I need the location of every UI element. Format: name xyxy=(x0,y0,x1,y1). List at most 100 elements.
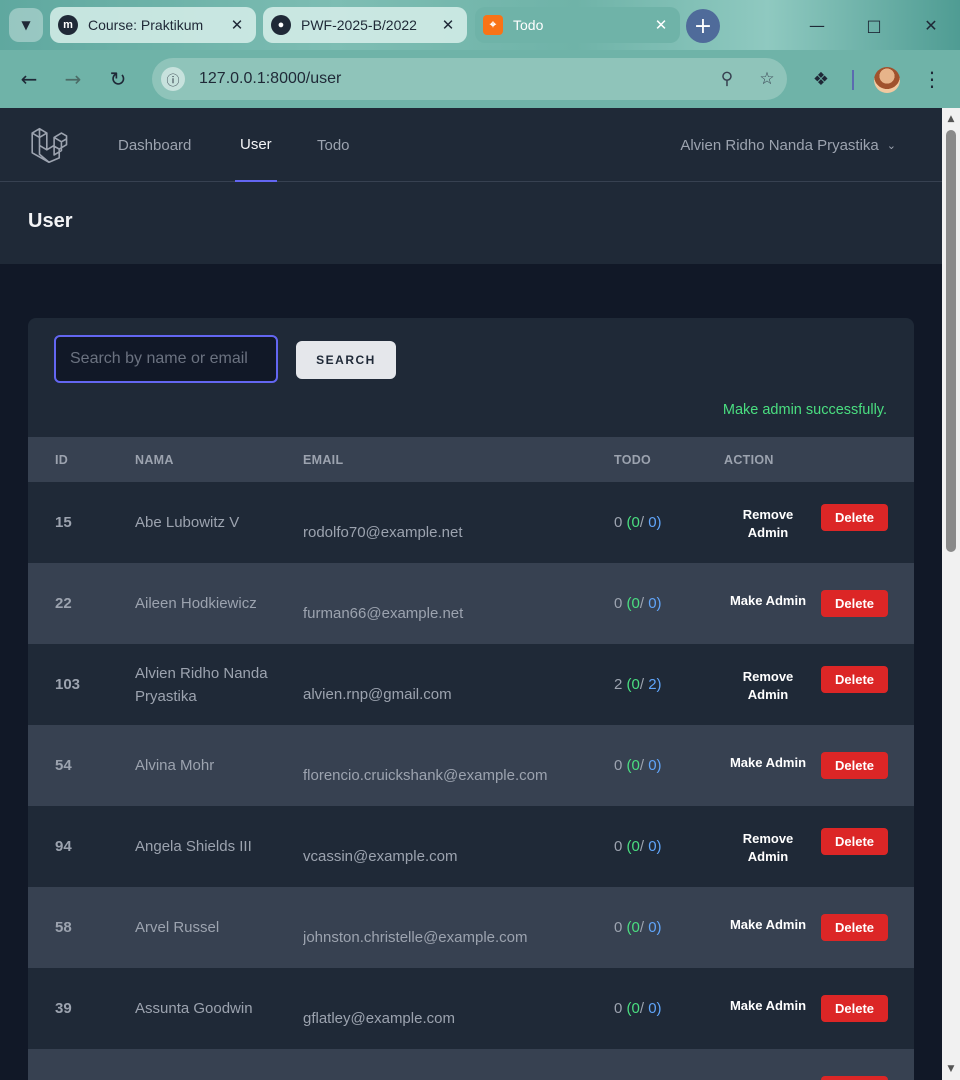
toggle-admin-button[interactable]: Remove Admin xyxy=(724,506,812,542)
column-header-todo: TODO xyxy=(614,452,652,467)
todo-stats xyxy=(614,1049,724,1080)
page-header: User xyxy=(0,182,942,264)
toggle-admin-button[interactable]: Remove Admin xyxy=(724,830,812,866)
puzzle-icon: ❖ xyxy=(812,68,830,90)
todo-total: 2 xyxy=(614,676,623,693)
toggle-admin-button[interactable]: Make Admin xyxy=(724,754,812,772)
user-id: 103 xyxy=(55,676,81,693)
delete-button[interactable]: Delete xyxy=(821,503,888,531)
zoom-icon[interactable]: ⚲ xyxy=(707,69,747,89)
todo-total: 0 xyxy=(614,595,623,612)
row-actions: Make Admin Delete xyxy=(724,968,914,1049)
users-card: SEARCH Make admin successfully. ID NAMA … xyxy=(28,318,914,1080)
nav-link-todo[interactable]: Todo xyxy=(317,108,350,182)
extensions-button[interactable]: ❖ xyxy=(806,64,836,94)
scroll-up-icon[interactable]: ▲ xyxy=(946,114,956,124)
todo-stats: 2 (0/ 2) xyxy=(614,644,724,725)
todo-separator: / xyxy=(639,757,649,774)
user-name: Alvien Ridho Nanda Pryastika xyxy=(135,664,268,705)
table-row: 39 Assunta Goodwin gflatley@example.com 0 (… xyxy=(28,968,914,1049)
user-name: Alvina Mohr xyxy=(135,757,215,774)
back-button[interactable]: ← xyxy=(14,64,44,94)
close-icon[interactable]: ✕ xyxy=(439,16,457,34)
browser-tab-github[interactable]: ● PWF-2025-B/2022 ✕ xyxy=(263,7,467,43)
toggle-admin-button[interactable]: Make Admin xyxy=(724,592,812,610)
new-tab-button[interactable]: + xyxy=(686,9,720,43)
todo-count: 0 xyxy=(648,1000,657,1017)
user-email: alvien.rnp@gmail.com xyxy=(303,686,452,703)
profile-avatar[interactable] xyxy=(874,67,900,93)
row-actions: Make AdminDelete xyxy=(724,1049,914,1080)
user-name xyxy=(135,1049,303,1080)
browser-tab-todo[interactable]: ⌖ Todo ✕ xyxy=(475,7,680,43)
xampp-favicon-icon: ⌖ xyxy=(483,15,503,35)
todo-stats: 0 (0/ 0) xyxy=(614,887,724,968)
minimize-icon: — xyxy=(809,15,825,35)
todo-done: 0 xyxy=(631,514,640,531)
todo-count: 0 xyxy=(648,595,657,612)
delete-button[interactable]: Delete xyxy=(821,914,888,941)
todo-total: 0 xyxy=(614,838,623,855)
todo-count: 0 xyxy=(648,838,657,855)
todo-separator: / xyxy=(639,838,649,855)
delete-button[interactable]: Delete xyxy=(821,1076,888,1080)
close-window-button[interactable]: ✕ xyxy=(902,0,960,50)
reload-button[interactable]: ↻ xyxy=(103,64,133,94)
site-info-icon[interactable]: ⓘ xyxy=(161,67,185,91)
user-id: 15 xyxy=(55,514,72,531)
browser-menu-button[interactable]: ⋮ xyxy=(917,64,947,94)
toolbar-divider xyxy=(852,70,854,90)
todo-count: 2 xyxy=(648,676,657,693)
todo-separator: / xyxy=(639,1000,649,1017)
toggle-admin-button[interactable]: Make Admin xyxy=(724,997,812,1015)
nav-link-user[interactable]: User xyxy=(235,108,277,182)
todo-close-paren: ) xyxy=(656,838,662,855)
todo-done: 0 xyxy=(631,838,640,855)
todo-close-paren: ) xyxy=(656,676,662,693)
todo-stats: 0 (0/ 0) xyxy=(614,806,724,887)
user-id: 94 xyxy=(55,838,72,855)
chevron-down-icon: ⌄ xyxy=(886,139,896,152)
address-bar[interactable]: ⓘ 127.0.0.1:8000/user ⚲ ☆ xyxy=(152,58,787,100)
user-name: Aileen Hodkiewicz xyxy=(135,595,257,612)
delete-button[interactable]: Delete xyxy=(821,995,888,1022)
user-name: Assunta Goodwin xyxy=(135,1000,253,1017)
row-actions: Remove Admin Delete xyxy=(724,806,914,887)
scroll-down-icon[interactable]: ▼ xyxy=(946,1064,956,1074)
scrollbar-thumb[interactable] xyxy=(946,130,956,552)
toggle-admin-button[interactable]: Remove Admin xyxy=(724,668,812,704)
maximize-button[interactable]: □ xyxy=(845,0,903,50)
minimize-button[interactable]: — xyxy=(788,0,846,50)
todo-close-paren: ) xyxy=(656,757,662,774)
reload-icon: ↻ xyxy=(109,67,127,91)
url-text[interactable]: 127.0.0.1:8000/user xyxy=(199,70,707,88)
close-icon: ✕ xyxy=(924,15,938,35)
tab-title: Todo xyxy=(513,17,544,33)
todo-total: 0 xyxy=(614,919,623,936)
todo-close-paren: ) xyxy=(656,1000,662,1017)
search-input[interactable] xyxy=(54,335,278,383)
row-actions: Make Admin Delete xyxy=(724,887,914,968)
delete-button[interactable]: Delete xyxy=(821,665,888,693)
user-email: vcassin@example.com xyxy=(303,848,458,865)
browser-tab-course[interactable]: m Course: Praktikum ✕ xyxy=(50,7,256,43)
column-header-action: ACTION xyxy=(724,452,774,467)
delete-button[interactable]: Delete xyxy=(821,827,888,855)
user-dropdown[interactable]: Alvien Ridho Nanda Pryastika ⌄ xyxy=(680,108,896,182)
toggle-admin-button[interactable]: Make Admin xyxy=(724,916,812,934)
close-icon[interactable]: ✕ xyxy=(228,16,246,34)
delete-button[interactable]: Delete xyxy=(821,752,888,779)
bookmark-star-icon[interactable]: ☆ xyxy=(747,69,787,89)
table-row: 58 Arvel Russel johnston.christelle@exampl… xyxy=(28,887,914,968)
nav-link-dashboard[interactable]: Dashboard xyxy=(118,108,191,182)
todo-total: 0 xyxy=(614,1000,623,1017)
search-button[interactable]: SEARCH xyxy=(296,341,396,379)
tab-search-button[interactable]: ▼ xyxy=(9,8,43,42)
todo-close-paren: ) xyxy=(656,514,662,531)
close-icon[interactable]: ✕ xyxy=(652,16,670,34)
page-scrollbar[interactable]: ▲ ▼ xyxy=(942,108,960,1080)
delete-button[interactable]: Delete xyxy=(821,590,888,617)
forward-button[interactable]: → xyxy=(58,64,88,94)
todo-close-paren: ) xyxy=(656,919,662,936)
laravel-logo-icon[interactable] xyxy=(30,125,68,163)
